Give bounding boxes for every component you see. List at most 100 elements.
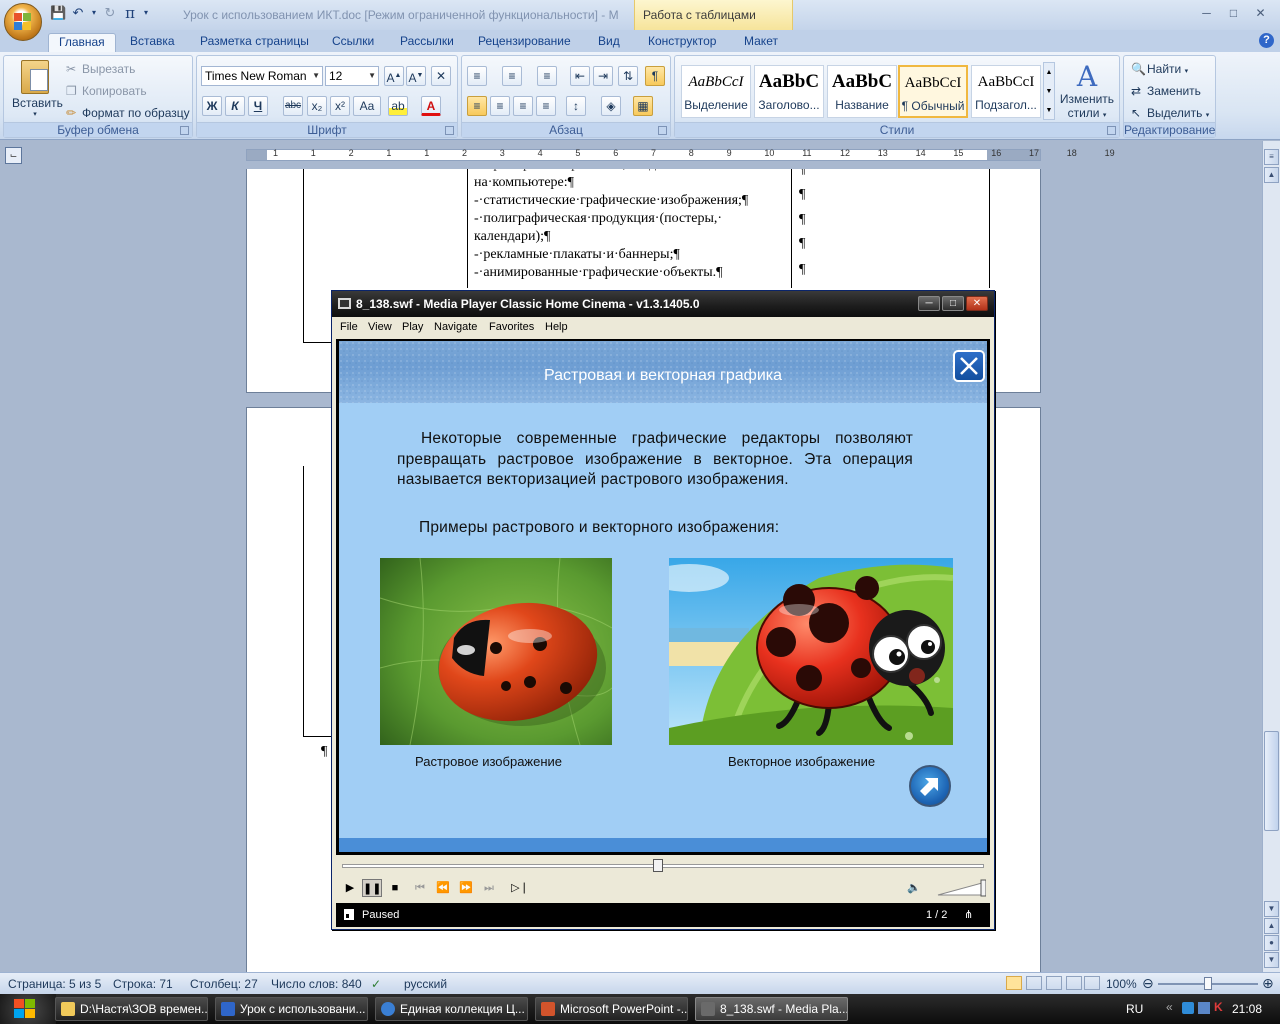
italic-button[interactable]: К [225, 96, 245, 116]
antivirus-icon[interactable]: K [1214, 1000, 1223, 1014]
taskbar-item-powerpoint[interactable]: Microsoft PowerPoint -... [535, 997, 688, 1021]
play-icon[interactable]: ▶ [340, 879, 360, 897]
outline-view-icon[interactable] [1066, 976, 1082, 990]
next-slide-button[interactable] [909, 765, 951, 807]
font-size-combo[interactable]: 12 ▼ [325, 66, 379, 86]
status-line[interactable]: Строка: 71 [113, 977, 173, 991]
redo-icon[interactable]: ↻ [102, 5, 118, 21]
align-right-icon[interactable]: ≡ [513, 96, 533, 116]
decrease-indent-icon[interactable]: ⇤ [570, 66, 590, 86]
format-painter-button[interactable]: ✏ Формат по образцу [66, 106, 190, 120]
status-page[interactable]: Страница: 5 из 5 [8, 977, 101, 991]
menu-favorites[interactable]: Favorites [489, 321, 534, 333]
clock[interactable]: 21:08 [1232, 1002, 1262, 1016]
full-screen-view-icon[interactable] [1026, 976, 1042, 990]
style-emphasis[interactable]: AaBbCcI Выделение [681, 65, 751, 118]
style-title[interactable]: AaBbC Название [827, 65, 897, 118]
video-area[interactable]: Растровая и векторная графика Некоторые … [336, 339, 990, 855]
split-handle-icon[interactable]: ≡ [1264, 149, 1279, 165]
volume-slider[interactable] [936, 879, 986, 897]
styles-gallery-scroll[interactable]: ▲ ▼ ▼ [1043, 62, 1055, 120]
office-button[interactable] [4, 3, 42, 41]
shading-icon[interactable]: ◈ [601, 96, 621, 116]
seek-bar[interactable] [342, 864, 984, 868]
maximize-icon[interactable]: □ [1220, 4, 1247, 22]
display-icon[interactable] [1198, 1002, 1210, 1014]
tab-insert[interactable]: Вставка [120, 33, 185, 52]
font-launcher-icon[interactable] [445, 126, 454, 135]
menu-view[interactable]: View [368, 321, 392, 333]
maximize-icon[interactable]: □ [942, 296, 964, 311]
clipboard-launcher-icon[interactable] [180, 126, 189, 135]
tab-page-layout[interactable]: Разметка страницы [190, 33, 319, 52]
previous-page-icon[interactable]: ▲ [1264, 918, 1279, 934]
clear-formatting-icon[interactable]: ✕ [431, 66, 451, 86]
zoom-out-icon[interactable]: ⊖ [1142, 975, 1154, 992]
taskbar-item-word[interactable]: Урок с использовани... [215, 997, 368, 1021]
font-name-combo[interactable]: Times New Roman ▼ [201, 66, 323, 86]
print-layout-view-icon[interactable] [1006, 976, 1022, 990]
justify-icon[interactable]: ≡ [536, 96, 556, 116]
stop-icon[interactable]: ■ [385, 879, 405, 897]
undo-dropdown-icon[interactable]: ▾ [90, 5, 98, 21]
superscript-button[interactable]: x² [330, 96, 350, 116]
subscript-button[interactable]: x₂ [307, 96, 327, 116]
taskbar-item-media-player[interactable]: 8_138.swf - Media Pla... [695, 997, 848, 1021]
replace-button[interactable]: ⇄ Заменить [1131, 84, 1201, 98]
scroll-up-icon[interactable]: ▲ [1264, 167, 1279, 183]
borders-icon[interactable]: ▦ [633, 96, 653, 116]
undo-icon[interactable]: ↶ [70, 5, 86, 21]
mpc-title-bar[interactable]: 8_138.swf - Media Player Classic Home Ci… [332, 291, 994, 317]
language-indicator[interactable]: RU [1126, 1002, 1143, 1016]
multilevel-list-icon[interactable]: ≡ [537, 66, 557, 86]
show-marks-icon[interactable]: ¶ [645, 66, 665, 86]
frame-step-icon[interactable]: ▷❘ [510, 879, 530, 897]
tab-view[interactable]: Вид [588, 33, 630, 52]
status-column[interactable]: Столбец: 27 [190, 977, 258, 991]
next-page-icon[interactable]: ▼ [1264, 952, 1279, 968]
align-center-icon[interactable]: ≡ [490, 96, 510, 116]
help-icon[interactable]: ? [1259, 33, 1274, 48]
zoom-in-icon[interactable]: ⊕ [1262, 975, 1274, 992]
change-case-button[interactable]: Aa [353, 96, 381, 116]
underline-button[interactable]: Ч [248, 96, 268, 116]
resize-grip-icon[interactable]: ⋔ [964, 908, 973, 921]
highlight-icon[interactable]: ab [388, 96, 408, 116]
menu-navigate[interactable]: Navigate [434, 321, 477, 333]
zoom-level[interactable]: 100% [1106, 977, 1137, 991]
paste-button[interactable]: Вставить ▾ [12, 60, 63, 118]
horizontal-ruler[interactable]: 1 1 2 1 1 2 3 4 5 6 7 8 9 10 11 12 13 14 15 16 17 18 19 [246, 148, 1115, 161]
select-button[interactable]: ↖ Выделить ▾ [1131, 106, 1209, 120]
spellcheck-icon[interactable]: ✓ [371, 977, 381, 991]
paragraph-launcher-icon[interactable] [658, 126, 667, 135]
tab-review[interactable]: Рецензирование [468, 33, 581, 52]
customize-qat-icon[interactable]: ▾ [142, 5, 150, 21]
zoom-slider-thumb[interactable] [1204, 977, 1212, 990]
seek-thumb[interactable] [653, 859, 663, 872]
slide-close-button[interactable] [953, 350, 985, 382]
skip-back-icon[interactable]: ⏮ [410, 879, 430, 897]
strikethrough-button[interactable]: abc [283, 96, 303, 116]
increase-indent-icon[interactable]: ⇥ [593, 66, 613, 86]
styles-launcher-icon[interactable] [1107, 126, 1116, 135]
style-subtitle[interactable]: AaBbCcI Подзагол... [971, 65, 1041, 118]
style-normal[interactable]: AaBbCcI ¶ Обычный [898, 65, 968, 118]
fast-forward-icon[interactable]: ⏩ [456, 879, 476, 897]
tab-selector-icon[interactable]: ⌙ [5, 147, 22, 164]
taskbar-item-folder[interactable]: D:\Настя\ЗОВ времен... [55, 997, 208, 1021]
change-styles-button[interactable]: A Изменить стили ▾ [1057, 62, 1117, 121]
cut-button[interactable]: ✂ Вырезать [66, 62, 135, 76]
tab-mailings[interactable]: Рассылки [390, 33, 464, 52]
menu-file[interactable]: File [340, 321, 358, 333]
paste-dropdown-icon[interactable]: ▾ [12, 110, 58, 118]
menu-play[interactable]: Play [402, 321, 423, 333]
volume-thumb[interactable] [980, 879, 986, 897]
pi-icon[interactable]: π [122, 5, 138, 21]
web-layout-view-icon[interactable] [1046, 976, 1062, 990]
taskbar-item-browser[interactable]: Единая коллекция Ц... [375, 997, 528, 1021]
close-icon[interactable]: ✕ [1247, 4, 1274, 22]
skip-forward-icon[interactable]: ⏭ [479, 879, 499, 897]
align-left-icon[interactable]: ≡ [467, 96, 487, 116]
menu-help[interactable]: Help [545, 321, 568, 333]
bold-button[interactable]: Ж [202, 96, 222, 116]
